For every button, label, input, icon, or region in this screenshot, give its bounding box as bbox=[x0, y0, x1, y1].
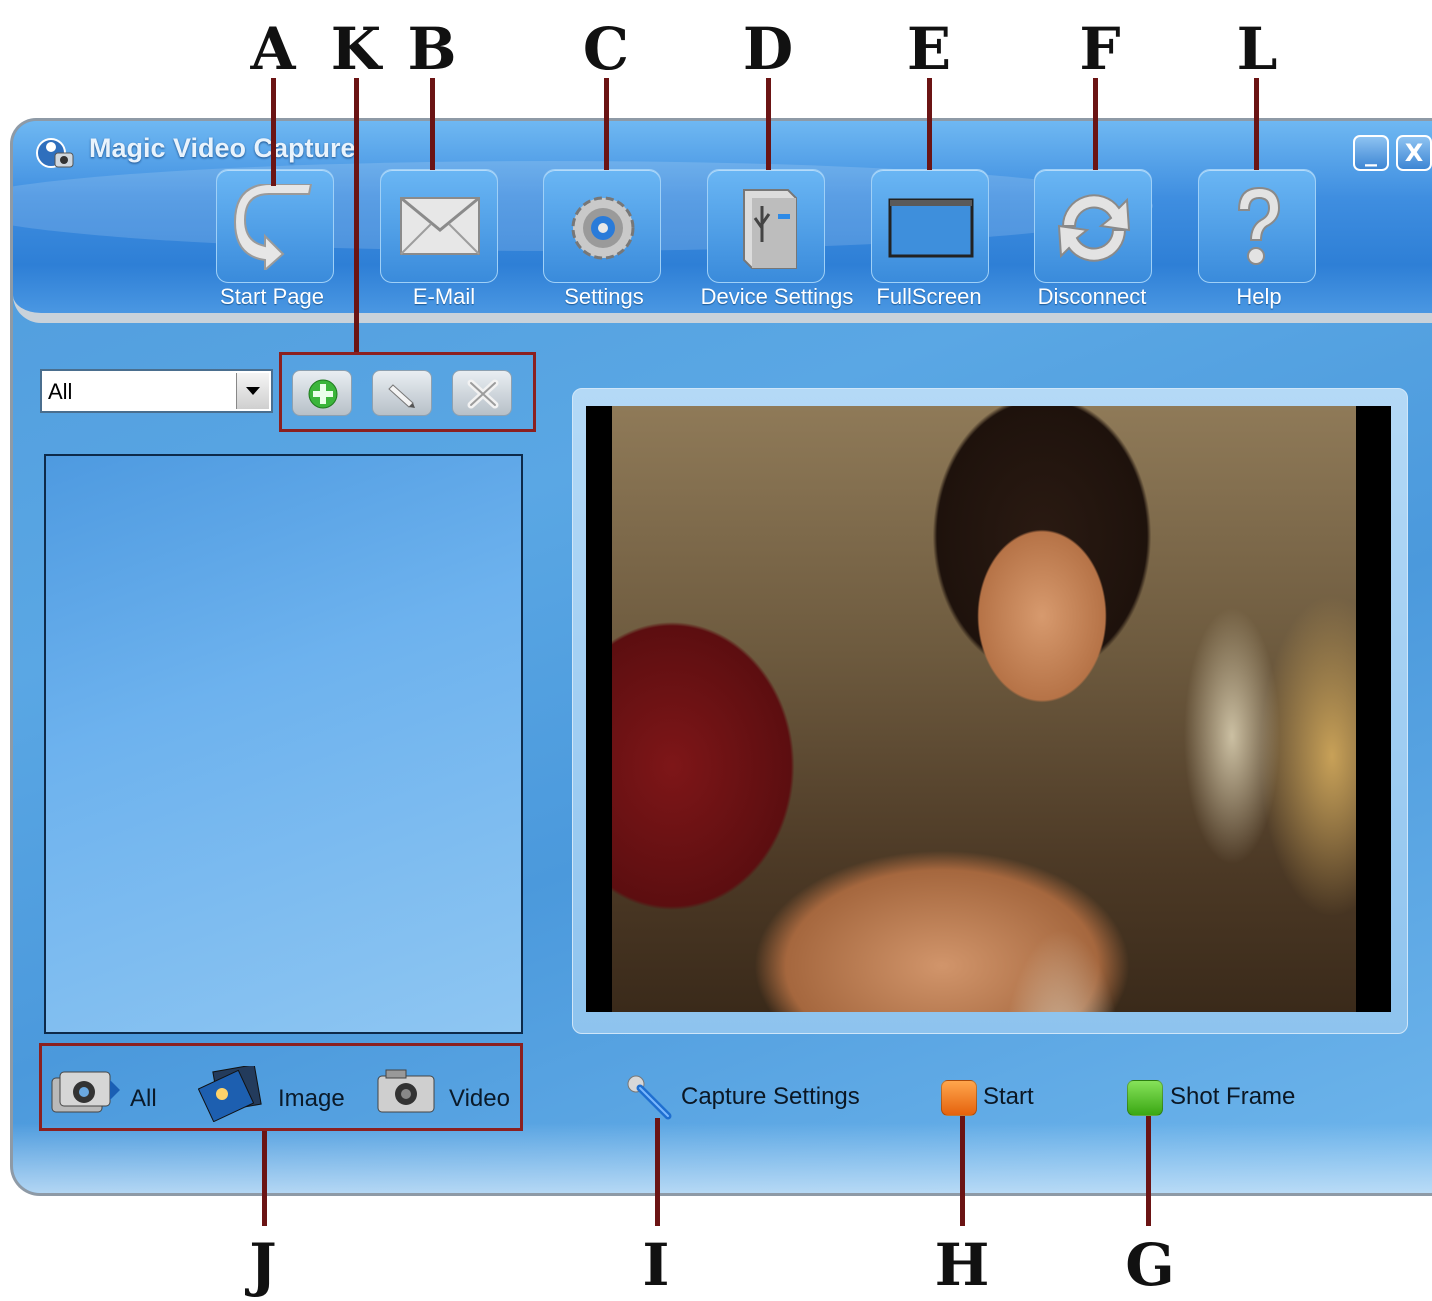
start-page-button[interactable] bbox=[216, 169, 334, 283]
start-indicator-icon[interactable] bbox=[941, 1080, 977, 1116]
highlight-box-j bbox=[39, 1043, 523, 1131]
settings-label: Settings bbox=[564, 284, 644, 309]
callout-line-i bbox=[655, 1118, 660, 1226]
email-label: E-Mail bbox=[412, 284, 476, 309]
app-logo-icon bbox=[36, 138, 74, 168]
callout-line-b bbox=[430, 78, 435, 170]
callout-k: K bbox=[330, 15, 382, 83]
callout-line-c bbox=[604, 78, 609, 170]
shot-frame-indicator-icon[interactable] bbox=[1127, 1080, 1163, 1116]
callout-i: I bbox=[642, 1231, 670, 1299]
callout-line-k bbox=[354, 78, 359, 352]
callout-c: C bbox=[582, 15, 630, 83]
close-icon: X bbox=[1404, 139, 1424, 167]
callout-h: H bbox=[934, 1231, 990, 1299]
callout-e: E bbox=[906, 15, 952, 83]
envelope-icon bbox=[400, 196, 480, 255]
start-page-label: Start Page bbox=[220, 284, 324, 309]
callout-l: L bbox=[1236, 15, 1278, 83]
device-settings-button[interactable] bbox=[707, 169, 825, 283]
fullscreen-label: FullScreen bbox=[876, 284, 982, 309]
highlight-box-k bbox=[279, 352, 536, 432]
wrench-icon bbox=[627, 1075, 672, 1120]
help-label: Help bbox=[1236, 284, 1282, 309]
shot-frame-button[interactable]: Shot Frame bbox=[1170, 1083, 1295, 1111]
callout-a: A bbox=[250, 15, 296, 83]
email-button[interactable] bbox=[380, 169, 498, 283]
callout-b: B bbox=[407, 15, 457, 83]
gear-icon bbox=[571, 196, 635, 260]
callout-line-h bbox=[960, 1116, 965, 1226]
close-button[interactable]: X bbox=[1396, 135, 1432, 171]
callout-g: G bbox=[1125, 1231, 1175, 1299]
refresh-arrows-icon bbox=[1057, 194, 1131, 262]
help-button[interactable] bbox=[1198, 169, 1316, 283]
usb-device-icon bbox=[743, 189, 797, 269]
category-select[interactable]: All bbox=[40, 369, 273, 413]
video-preview bbox=[586, 406, 1391, 1012]
toolbar-header: Magic Video Capture _ X Start Page E-Mai… bbox=[13, 121, 1432, 323]
chevron-down-icon[interactable] bbox=[236, 373, 269, 409]
category-select-value: All bbox=[48, 379, 73, 404]
disconnect-button[interactable] bbox=[1034, 169, 1152, 283]
callout-line-d bbox=[766, 78, 771, 170]
fullscreen-button[interactable] bbox=[871, 169, 989, 283]
app-title: Magic Video Capture bbox=[89, 133, 356, 163]
start-button[interactable]: Start bbox=[983, 1083, 1034, 1111]
device-settings-label: Device Settings bbox=[700, 284, 854, 309]
settings-button[interactable] bbox=[543, 169, 661, 283]
callout-j: J bbox=[249, 1231, 277, 1299]
capture-settings-button[interactable]: Capture Settings bbox=[681, 1083, 860, 1111]
start-page-arrow-icon bbox=[233, 184, 313, 270]
callout-d: D bbox=[742, 15, 794, 83]
minimize-icon: _ bbox=[1365, 139, 1377, 167]
question-mark-icon bbox=[1237, 186, 1281, 265]
callout-line-e bbox=[927, 78, 932, 170]
callout-line-a bbox=[271, 78, 276, 186]
video-frame-image bbox=[612, 406, 1356, 1012]
callout-line-g bbox=[1146, 1116, 1151, 1226]
fullscreen-frame-icon bbox=[888, 198, 974, 258]
callout-line-j bbox=[262, 1131, 267, 1226]
callout-f: F bbox=[1079, 15, 1121, 83]
callout-line-f bbox=[1093, 78, 1098, 170]
callout-line-l bbox=[1254, 78, 1259, 170]
minimize-button[interactable]: _ bbox=[1353, 135, 1389, 171]
media-list-panel[interactable] bbox=[44, 454, 523, 1034]
disconnect-label: Disconnect bbox=[1037, 284, 1147, 309]
